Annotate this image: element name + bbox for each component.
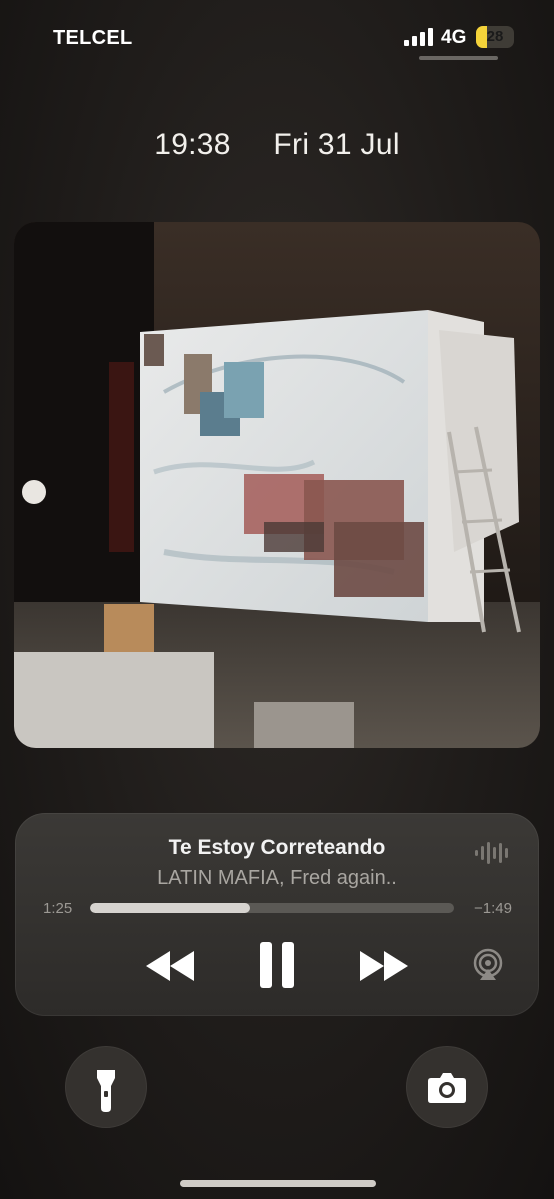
cellular-signal-icon (404, 28, 433, 46)
song-title[interactable]: Te Estoy Correteando (15, 836, 539, 860)
remaining-time: −1:49 (474, 900, 512, 917)
playback-scrubber[interactable] (90, 903, 454, 913)
rewind-button[interactable] (142, 945, 198, 987)
elapsed-time: 1:25 (43, 900, 73, 917)
battery-indicator: 28 (476, 26, 514, 48)
airplay-button[interactable] (471, 948, 505, 982)
control-center-grabber[interactable] (419, 56, 498, 60)
flashlight-button[interactable] (65, 1046, 147, 1128)
home-indicator[interactable] (180, 1180, 376, 1187)
waveform-icon (475, 842, 508, 864)
song-artist[interactable]: LATIN MAFIA, Fred again.. (15, 867, 539, 890)
playback-progress (90, 903, 251, 913)
flashlight-icon (97, 1070, 115, 1112)
lock-screen-clock: 19:38 Fri 31 Jul (0, 128, 554, 162)
now-playing-widget[interactable]: Te Estoy Correteando LATIN MAFIA, Fred a… (15, 813, 539, 1016)
status-bar: TELCEL 4G 28 (0, 0, 554, 70)
date-label: Fri 31 Jul (273, 128, 400, 161)
time-label: 19:38 (154, 128, 231, 161)
airplay-audio-icon (473, 948, 503, 980)
network-type: 4G (441, 27, 467, 48)
carrier-name: TELCEL (53, 27, 133, 49)
camera-icon (428, 1073, 466, 1103)
pause-icon (260, 942, 294, 988)
forward-icon (360, 951, 408, 981)
battery-level: 28 (486, 28, 504, 45)
camera-button[interactable] (406, 1046, 488, 1128)
backward-icon (146, 951, 194, 981)
pause-button[interactable] (256, 940, 298, 990)
album-artwork-image (14, 222, 540, 748)
forward-button[interactable] (356, 945, 412, 987)
